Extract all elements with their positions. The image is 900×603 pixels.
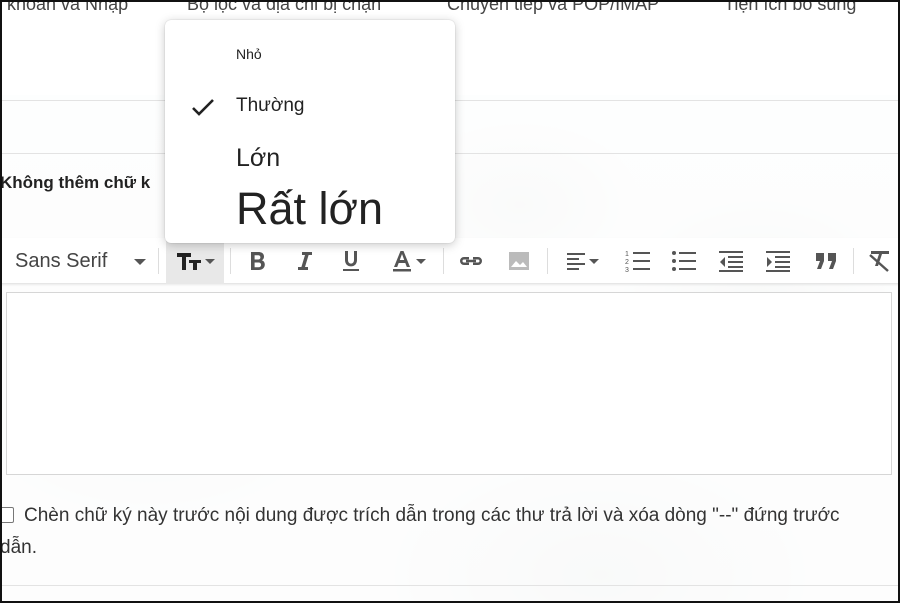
tab-accounts-import[interactable]: i khoản và Nhập <box>0 0 128 15</box>
font-family-select[interactable]: Sans Serif <box>6 238 154 284</box>
svg-text:1: 1 <box>625 251 629 258</box>
toolbar-separator <box>158 248 159 274</box>
toolbar-separator <box>547 248 548 274</box>
text-size-button[interactable] <box>166 238 224 284</box>
svg-text:3: 3 <box>625 267 629 273</box>
formatting-toolbar: Sans Serif 1 2 3 <box>0 238 900 284</box>
checkmark-icon <box>191 98 215 118</box>
remove-formatting-button[interactable] <box>862 238 898 284</box>
bulleted-list-button[interactable] <box>666 238 702 284</box>
numbered-list-button[interactable]: 123 <box>620 238 656 284</box>
indent-more-icon <box>765 250 791 272</box>
font-family-value: Sans Serif <box>15 249 108 272</box>
signature-select-label[interactable]: Không thêm chữ k <box>0 173 150 193</box>
insert-before-quote-label-continued: dẫn. <box>0 537 37 558</box>
toolbar-separator <box>443 248 444 274</box>
underline-button[interactable] <box>335 238 367 284</box>
insert-before-quote-label: Chèn chữ ký này trước nội dung được tríc… <box>24 505 840 526</box>
indent-less-icon <box>718 250 744 272</box>
underline-icon <box>340 249 362 273</box>
chevron-down-icon <box>134 259 146 265</box>
italic-icon <box>295 250 315 272</box>
toolbar-separator <box>853 248 854 274</box>
text-size-menu: Nhỏ Thường Lớn Rất lớn <box>165 20 455 243</box>
chevron-down-icon <box>588 258 599 264</box>
quote-button[interactable] <box>808 238 844 284</box>
menu-item-huge[interactable]: Rất lớn <box>236 183 383 235</box>
text-size-icon <box>176 250 202 272</box>
toolbar-separator <box>230 248 231 274</box>
tab-addons[interactable]: Tiện ích bổ sung <box>724 0 856 15</box>
tab-forwarding-pop-imap[interactable]: Chuyển tiếp và POP/IMAP <box>447 0 659 15</box>
bold-button[interactable] <box>242 238 274 284</box>
image-icon <box>508 251 530 271</box>
menu-item-large[interactable]: Lớn <box>236 144 280 173</box>
insert-before-quote-checkbox[interactable] <box>0 507 14 523</box>
insert-link-button[interactable] <box>453 238 489 284</box>
bulleted-list-icon <box>671 249 697 273</box>
tab-filters-blocked[interactable]: Bộ lọc và địa chỉ bị chặn <box>187 0 381 15</box>
insert-image-button[interactable] <box>501 238 537 284</box>
quote-icon <box>815 252 837 270</box>
align-button[interactable] <box>556 238 608 284</box>
menu-item-small[interactable]: Nhỏ <box>236 46 262 62</box>
text-color-button[interactable] <box>382 238 434 284</box>
signature-editor[interactable] <box>6 292 892 475</box>
svg-text:2: 2 <box>625 259 629 266</box>
numbered-list-icon: 123 <box>625 249 651 273</box>
link-icon <box>457 253 485 269</box>
indent-more-button[interactable] <box>760 238 796 284</box>
align-icon <box>566 252 586 270</box>
menu-item-normal[interactable]: Thường <box>236 95 305 117</box>
chevron-down-icon <box>204 258 215 264</box>
chevron-down-icon <box>415 258 426 264</box>
remove-formatting-icon <box>867 249 893 273</box>
indent-less-button[interactable] <box>713 238 749 284</box>
divider <box>0 585 900 586</box>
text-color-icon <box>391 249 413 273</box>
italic-button[interactable] <box>289 238 321 284</box>
bold-icon <box>248 250 268 272</box>
